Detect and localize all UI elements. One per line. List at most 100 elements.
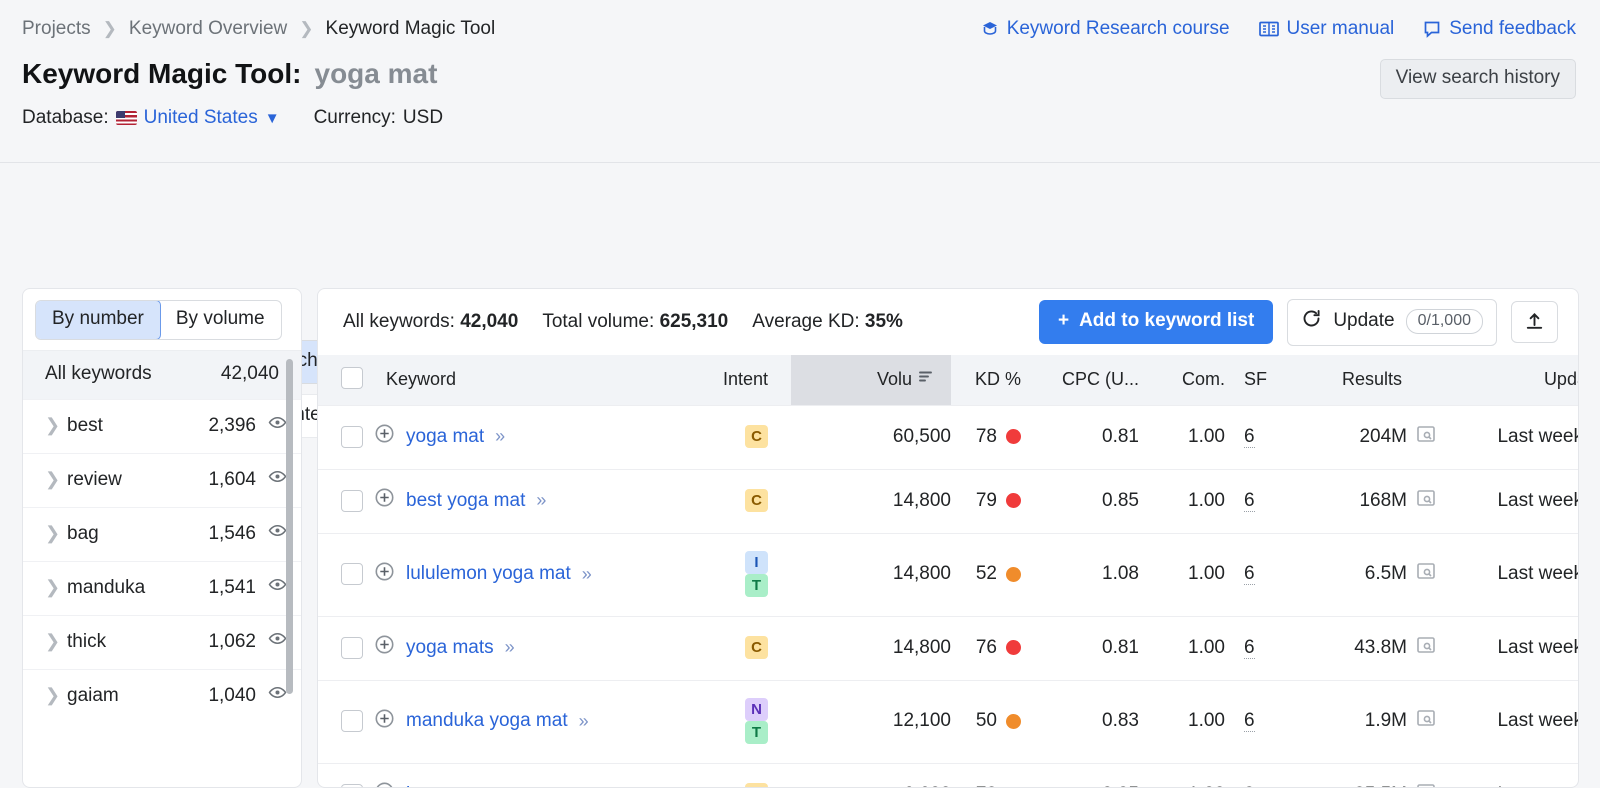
intent-badge-N[interactable]: N xyxy=(745,698,768,721)
column-header-com[interactable]: Com. xyxy=(1156,355,1238,406)
table-row[interactable]: best yoga mats»C6,600780.851.00835.5MLas… xyxy=(318,764,1579,788)
keyword-groups-sidebar: By number By volume All keywords 42,040 … xyxy=(22,288,302,788)
table-row[interactable]: manduka yoga mat»NT12,100500.831.0061.9M… xyxy=(318,681,1579,764)
database-selector[interactable]: Database: United States ▼ xyxy=(22,107,280,129)
keyword-link[interactable]: yoga mats xyxy=(406,637,494,659)
sf-value[interactable]: 6 xyxy=(1244,710,1255,732)
breadcrumb-item-keyword-magic-tool[interactable]: Keyword Magic Tool xyxy=(326,18,496,40)
sidebar-group-item[interactable]: ❯bag1,546 xyxy=(23,507,301,561)
chevron-right-icon[interactable]: ❯ xyxy=(45,523,67,544)
column-header-kd[interactable]: KD % xyxy=(951,355,1049,406)
sidebar-group-item[interactable]: ❯manduka1,541 xyxy=(23,561,301,615)
expand-keyword-icon[interactable]: » xyxy=(536,490,544,511)
stat-average-kd-value: 35% xyxy=(865,311,903,332)
row-checkbox[interactable] xyxy=(341,784,363,788)
sidebar-group-item[interactable]: ❯thick1,062 xyxy=(23,615,301,669)
row-checkbox[interactable] xyxy=(341,563,363,585)
sf-value[interactable]: 6 xyxy=(1244,490,1255,512)
add-keyword-icon[interactable] xyxy=(374,561,395,588)
keyword-link[interactable]: manduka yoga mat xyxy=(406,710,568,732)
intent-badge-C[interactable]: C xyxy=(745,425,768,448)
eye-icon[interactable] xyxy=(268,575,287,600)
select-all-checkbox[interactable] xyxy=(341,367,363,389)
table-row[interactable]: yoga mats»C14,800760.811.00643.8MLast we… xyxy=(318,617,1579,681)
column-header-volume[interactable]: Volu xyxy=(791,355,951,406)
row-checkbox[interactable] xyxy=(341,426,363,448)
keyword-research-course-link[interactable]: Keyword Research course xyxy=(980,18,1230,40)
eye-icon[interactable] xyxy=(268,467,287,492)
intent-badge-T[interactable]: T xyxy=(745,574,768,597)
add-keyword-icon[interactable] xyxy=(374,423,395,450)
sidebar-group-item[interactable]: ❯best2,396 xyxy=(23,399,301,453)
column-header-keyword[interactable]: Keyword xyxy=(318,355,723,406)
update-button[interactable]: Update 0/1,000 xyxy=(1287,299,1497,346)
serp-preview-icon[interactable] xyxy=(1416,562,1436,586)
add-keyword-icon[interactable] xyxy=(374,708,395,735)
eye-icon[interactable] xyxy=(268,629,287,654)
sf-value[interactable]: 6 xyxy=(1244,563,1255,585)
send-feedback-link[interactable]: Send feedback xyxy=(1422,18,1576,40)
export-button[interactable] xyxy=(1511,301,1558,343)
keyword-link[interactable]: yoga mat xyxy=(406,426,484,448)
expand-keyword-icon[interactable]: » xyxy=(546,784,554,788)
eye-icon[interactable] xyxy=(268,521,287,546)
sf-value[interactable]: 8 xyxy=(1244,784,1255,788)
database-currency-row: Database: United States ▼ Currency: USD xyxy=(22,107,443,129)
intent-badge-C[interactable]: C xyxy=(745,636,768,659)
column-header-results[interactable]: Results xyxy=(1295,355,1460,406)
keyword-link[interactable]: best yoga mat xyxy=(406,490,525,512)
sidebar-group-item[interactable]: ❯gaiam1,040 xyxy=(23,669,301,723)
intent-badge-T[interactable]: T xyxy=(745,721,768,744)
chevron-right-icon[interactable]: ❯ xyxy=(45,685,67,706)
add-keyword-icon[interactable] xyxy=(374,781,395,788)
column-header-intent[interactable]: Intent xyxy=(723,355,791,406)
expand-keyword-icon[interactable]: » xyxy=(495,426,503,447)
intent-badge-I[interactable]: I xyxy=(745,551,768,574)
sidebar-group-item[interactable]: ❯review1,604 xyxy=(23,453,301,507)
add-to-keyword-list-button[interactable]: + Add to keyword list xyxy=(1039,300,1273,344)
serp-preview-icon[interactable] xyxy=(1416,636,1436,660)
sf-value[interactable]: 6 xyxy=(1244,426,1255,448)
chevron-right-icon[interactable]: ❯ xyxy=(45,415,67,436)
updated-value: Last week xyxy=(1497,710,1579,732)
chevron-right-icon[interactable]: ❯ xyxy=(45,577,67,598)
intent-badge-C[interactable]: C xyxy=(745,783,768,788)
serp-preview-icon[interactable] xyxy=(1416,783,1436,788)
eye-icon[interactable] xyxy=(268,683,287,708)
cell-intent: C xyxy=(723,764,791,788)
database-value[interactable]: United States xyxy=(144,107,258,129)
sf-value[interactable]: 6 xyxy=(1244,637,1255,659)
expand-keyword-icon[interactable]: » xyxy=(505,637,513,658)
column-header-cpc[interactable]: CPC (U... xyxy=(1049,355,1156,406)
toggle-by-volume[interactable]: By volume xyxy=(160,301,281,339)
expand-keyword-icon[interactable]: » xyxy=(579,711,587,732)
add-keyword-icon[interactable] xyxy=(374,634,395,661)
table-row[interactable]: lululemon yoga mat»IT14,800521.081.0066.… xyxy=(318,534,1579,617)
breadcrumb-item-projects[interactable]: Projects xyxy=(22,18,91,40)
table-row[interactable]: yoga mat»C60,500780.811.006204MLast week xyxy=(318,406,1579,470)
keyword-link[interactable]: best yoga mats xyxy=(406,784,535,788)
chevron-right-icon[interactable]: ❯ xyxy=(45,469,67,490)
sidebar-all-keywords-row[interactable]: All keywords 42,040 xyxy=(23,350,301,399)
serp-preview-icon[interactable] xyxy=(1416,489,1436,513)
table-row[interactable]: best yoga mat»C14,800790.851.006168MLast… xyxy=(318,470,1579,534)
cell-kd: 78 xyxy=(951,764,1049,788)
row-checkbox[interactable] xyxy=(341,710,363,732)
intent-badge-C[interactable]: C xyxy=(745,489,768,512)
chevron-right-icon[interactable]: ❯ xyxy=(45,631,67,652)
toggle-by-number[interactable]: By number xyxy=(35,300,161,340)
column-header-updated[interactable]: Updated xyxy=(1460,355,1579,406)
row-checkbox[interactable] xyxy=(341,637,363,659)
expand-keyword-icon[interactable]: » xyxy=(582,564,590,585)
keyword-link[interactable]: lululemon yoga mat xyxy=(406,563,571,585)
user-manual-link[interactable]: User manual xyxy=(1258,18,1395,40)
add-keyword-icon[interactable] xyxy=(374,487,395,514)
eye-icon[interactable] xyxy=(268,413,287,438)
row-checkbox[interactable] xyxy=(341,490,363,512)
column-header-sf[interactable]: SF xyxy=(1238,355,1295,406)
serp-preview-icon[interactable] xyxy=(1416,425,1436,449)
breadcrumb-item-keyword-overview[interactable]: Keyword Overview xyxy=(129,18,287,40)
serp-preview-icon[interactable] xyxy=(1416,709,1436,733)
sidebar-scrollbar[interactable] xyxy=(286,359,293,694)
view-search-history-button[interactable]: View search history xyxy=(1380,59,1576,99)
